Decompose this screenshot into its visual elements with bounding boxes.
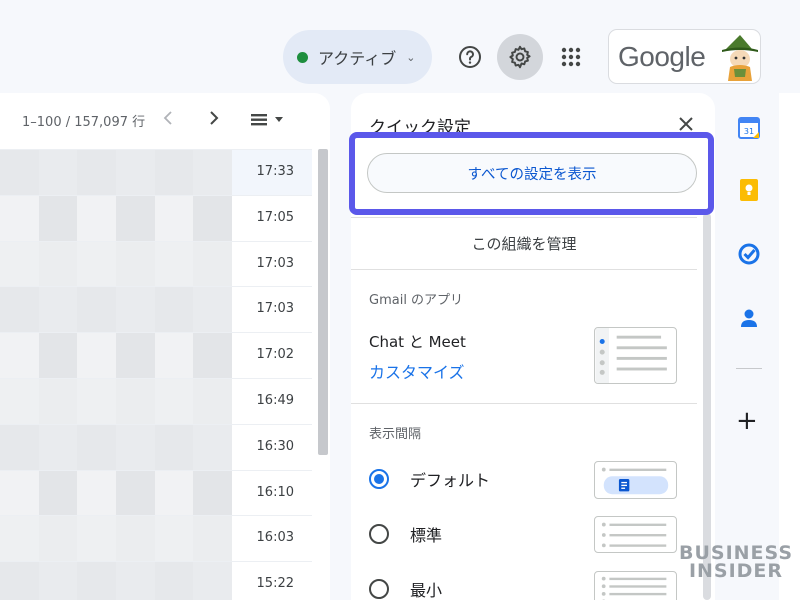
contacts-icon[interactable] (735, 304, 763, 332)
list-toolbar: 1–100 / 157,097 行 (0, 93, 330, 149)
scrollbar-thumb[interactable] (318, 149, 328, 455)
radio-button[interactable] (369, 469, 389, 489)
mail-time: 16:10 (256, 484, 294, 500)
view-all-settings-button[interactable]: すべての設定を表示 (367, 153, 697, 193)
density-section-label: 表示間隔 (369, 427, 422, 442)
blurred-content (0, 195, 233, 241)
density-option-comfortable[interactable]: 標準 (369, 519, 589, 549)
mail-time: 15:22 (256, 576, 294, 592)
mail-row[interactable]: 16:49 (0, 377, 312, 424)
density-default-thumbnail[interactable] (594, 461, 677, 499)
chevron-right-icon[interactable] (203, 107, 223, 129)
apps-section-label: Gmail のアプリ (369, 293, 464, 308)
blurred-content (0, 516, 233, 562)
density-option-compact[interactable]: 最小 (369, 574, 589, 600)
density-option-label: デフォルト (410, 471, 491, 490)
chevron-down-icon: ⌄ (406, 50, 416, 64)
manage-organization-link[interactable]: この組織を管理 (351, 217, 697, 269)
radio-button[interactable] (369, 524, 389, 544)
divider (351, 269, 697, 270)
quick-settings-panel: クイック設定 すべての設定を表示 この組織を管理 Gmail のアプリ Chat… (351, 93, 715, 600)
close-icon[interactable] (675, 113, 697, 135)
calendar-icon[interactable]: 31 (735, 114, 763, 142)
chat-meet-title: Chat と Meet (369, 333, 466, 351)
mail-row[interactable]: 17:05 (0, 194, 312, 241)
page-count: 1–100 / 157,097 行 (22, 115, 146, 130)
chat-meet-layout-thumbnail[interactable] (594, 327, 677, 384)
apps-grid-icon (561, 47, 581, 67)
mail-row[interactable]: 15:22 (0, 561, 312, 600)
mail-time: 16:49 (256, 392, 294, 408)
blurred-content (0, 424, 233, 470)
google-logo: Google (618, 40, 706, 72)
apps-button[interactable] (548, 34, 594, 80)
density-option-label: 最小 (410, 581, 443, 600)
help-circle-icon (459, 46, 481, 68)
customize-link[interactable]: カスタマイズ (369, 359, 465, 383)
blurred-content (0, 150, 233, 195)
density-comfortable-thumbnail[interactable] (594, 516, 677, 553)
mail-time: 16:30 (256, 438, 294, 454)
mail-time: 17:05 (256, 209, 294, 225)
status-dot (297, 51, 308, 63)
watermark-line-2: INSIDER (688, 560, 784, 582)
status-label: アクティブ (318, 49, 397, 68)
blurred-content (0, 287, 233, 333)
chevron-left-icon[interactable] (159, 107, 179, 129)
mail-time: 17:02 (256, 347, 294, 363)
gear-icon (509, 45, 531, 69)
density-option-default[interactable]: デフォルト (369, 464, 589, 494)
mail-list-panel: 1–100 / 157,097 行 17:33 17:05 17:03 17:03 17… (0, 93, 330, 600)
page-edge (779, 93, 800, 600)
blurred-content (0, 470, 233, 516)
blurred-content (0, 378, 233, 424)
rail-divider (736, 368, 762, 369)
mail-row[interactable]: 17:02 (0, 332, 312, 378)
mail-row[interactable]: 17:03 (0, 240, 312, 287)
mail-time: 17:03 (256, 255, 294, 271)
settings-button[interactable] (497, 34, 543, 80)
add-icon[interactable]: + (736, 406, 758, 436)
density-compact-thumbnail[interactable] (594, 571, 677, 600)
mail-time: 17:03 (256, 301, 294, 317)
tasks-icon[interactable] (735, 240, 763, 268)
top-bar: アクティブ ⌄ Google (0, 0, 800, 92)
radio-button[interactable] (369, 579, 389, 599)
mail-row[interactable]: 17:33 (0, 149, 312, 195)
quick-settings-title: クイック設定 (369, 118, 471, 138)
blurred-content (0, 333, 233, 378)
density-option-label: 標準 (410, 526, 443, 545)
side-panel-rail: 31 + (730, 92, 768, 600)
mail-row[interactable]: 16:10 (0, 469, 312, 516)
status-chip[interactable]: アクティブ ⌄ (283, 30, 432, 84)
divider (351, 403, 697, 404)
mail-row[interactable]: 16:03 (0, 515, 312, 562)
avatar (722, 35, 758, 81)
mail-rows: 17:33 17:05 17:03 17:03 17:02 16:49 16:30 16:10… (0, 149, 312, 600)
mail-row[interactable]: 16:30 (0, 423, 312, 470)
help-button[interactable] (447, 34, 493, 80)
watermark: BUSINESS INSIDER (676, 544, 796, 582)
calendar-badge: 31 (744, 127, 754, 136)
mail-time: 17:33 (256, 164, 294, 179)
keep-icon[interactable] (735, 176, 763, 204)
blurred-content (0, 562, 233, 600)
account-switcher[interactable]: Google (608, 29, 761, 84)
blurred-content (0, 241, 233, 287)
mail-row[interactable]: 17:03 (0, 286, 312, 333)
density-toggle-icon[interactable] (249, 111, 289, 129)
mail-time: 16:03 (256, 530, 294, 546)
